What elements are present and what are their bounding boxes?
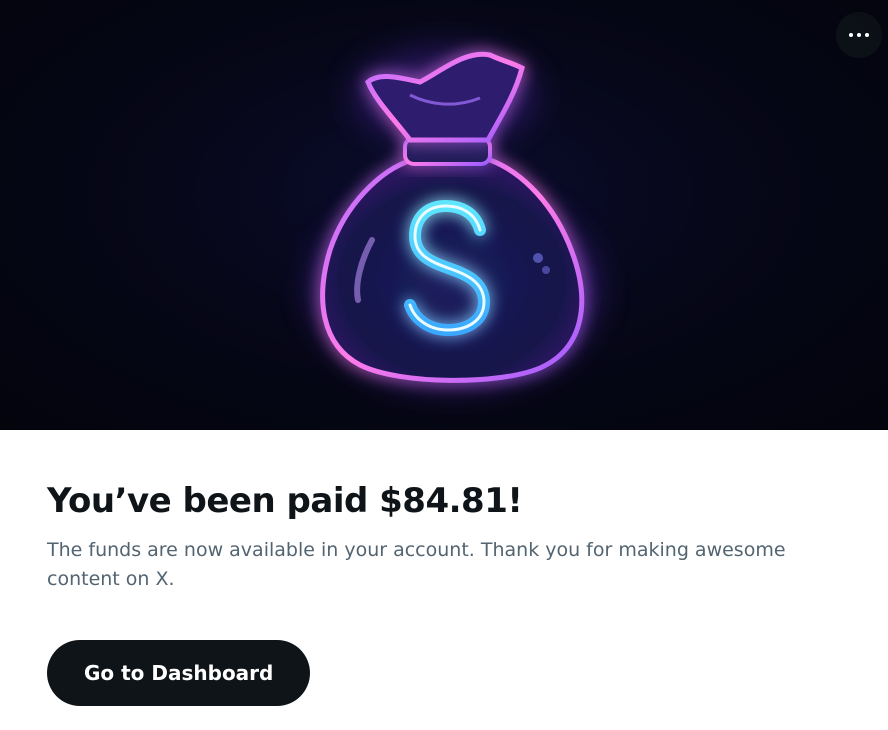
go-to-dashboard-button[interactable]: Go to Dashboard: [47, 640, 311, 706]
payout-message: You’ve been paid $84.81! The funds are n…: [47, 478, 847, 594]
hero-image: [0, 0, 888, 430]
money-bag-dollar-icon: [315, 50, 595, 385]
payout-card: You’ve been paid $84.81! The funds are n…: [0, 0, 888, 730]
page-title: You’ve been paid $84.81!: [47, 481, 523, 521]
ellipsis-horizontal-icon: [849, 33, 853, 37]
more-options-button[interactable]: [836, 12, 882, 58]
payout-description: The funds are now available in your acco…: [47, 539, 786, 590]
